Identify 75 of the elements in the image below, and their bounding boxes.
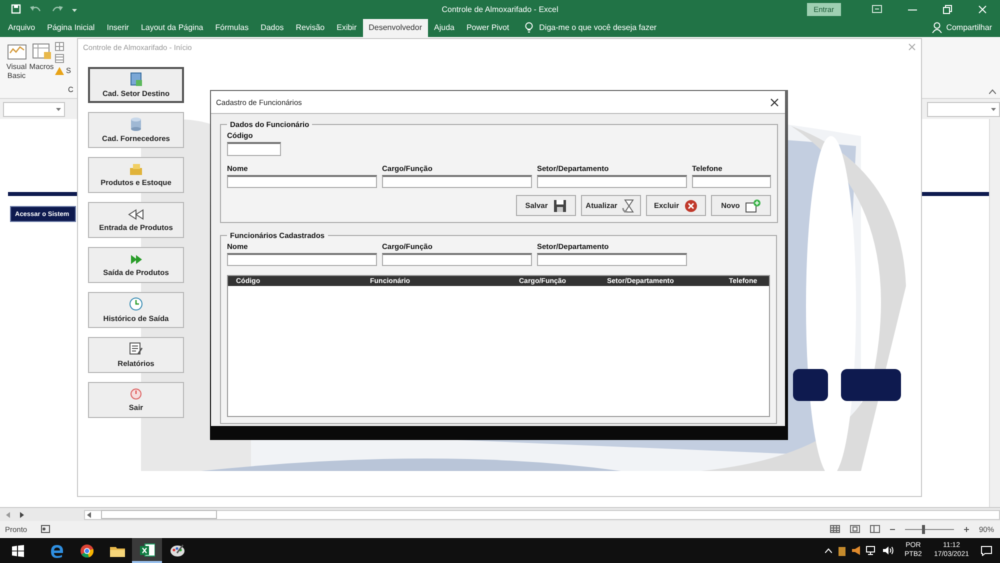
power-icon: [130, 388, 142, 400]
grid-icon: [55, 42, 64, 51]
show-hidden-icons-icon[interactable]: [825, 548, 832, 553]
database-icon: [130, 117, 142, 131]
ribbon-tab[interactable]: Inserir: [100, 19, 135, 37]
page-break-icon[interactable]: [870, 525, 880, 533]
warning-icon: [55, 66, 64, 74]
boxes-icon: [129, 163, 143, 175]
ribbon-display-icon[interactable]: [872, 5, 882, 13]
new-document-icon: [744, 198, 761, 212]
person-icon: [932, 22, 942, 33]
folder-icon: [110, 544, 124, 556]
ribbon-tab[interactable]: Dados: [254, 19, 290, 37]
ribbon-tab[interactable]: Exibir: [330, 19, 363, 37]
zoom-in-icon[interactable]: [964, 526, 969, 532]
scroll-left-icon[interactable]: [87, 512, 91, 518]
ribbon-tab[interactable]: Revisão: [290, 19, 331, 37]
floppy-icon: [552, 198, 567, 212]
window-title: Controle de Almoxarifado - Excel: [442, 4, 558, 14]
megaphone-icon[interactable]: [852, 546, 860, 555]
redo-icon[interactable]: [51, 4, 63, 14]
taskbar-app[interactable]: [132, 538, 162, 563]
report-icon: [129, 342, 143, 356]
delete-icon: [684, 198, 698, 212]
speaker-icon[interactable]: [883, 546, 894, 555]
tell-me-field[interactable]: Diga-me o que você deseja fazer: [539, 23, 657, 32]
notebook-icon: [130, 72, 142, 86]
network-icon[interactable]: [866, 546, 878, 555]
ribbon-tab[interactable]: Ajuda: [428, 19, 460, 37]
code-window-icon: [6, 42, 26, 60]
normal-view-icon[interactable]: [830, 525, 840, 533]
spreadsheet-icon: [140, 542, 154, 556]
fast-forward-icon: [130, 254, 142, 264]
table-icon: [55, 54, 64, 63]
close-icon[interactable]: [770, 98, 779, 106]
collapse-ribbon-icon[interactable]: [989, 89, 996, 94]
save-icon[interactable]: [11, 4, 21, 14]
maximize-icon[interactable]: [943, 4, 952, 14]
filter-field[interactable]: [227, 253, 377, 266]
zoom-out-icon[interactable]: [890, 526, 895, 532]
palette-icon: [170, 544, 184, 557]
next-sheet-icon[interactable]: [20, 512, 24, 518]
share-button[interactable]: Compartilhar: [946, 23, 992, 32]
browser-icon: [80, 544, 94, 558]
caret-icon: [56, 108, 61, 110]
ribbon-tab[interactable]: Fórmulas: [209, 19, 255, 37]
ribbon-tab[interactable]: Layout da Página: [134, 19, 210, 37]
input-field[interactable]: [382, 175, 532, 188]
expand-icon: [991, 108, 996, 110]
zoom-slider-thumb[interactable]: [922, 524, 926, 534]
filter-field[interactable]: [382, 253, 532, 266]
vertical-scrollbar[interactable]: [989, 119, 1000, 507]
notifications-icon[interactable]: [981, 546, 992, 556]
input-field[interactable]: [227, 175, 377, 188]
input-field[interactable]: [537, 175, 687, 188]
ribbon-tab[interactable]: Desenvolvedor: [362, 19, 428, 37]
rewind-icon: [128, 208, 144, 220]
ribbon-tab[interactable]: Power Pivot: [460, 19, 516, 37]
ribbon-tab[interactable]: Página Inicial: [41, 19, 101, 37]
hourglass-icon: [622, 198, 636, 212]
horizontal-scrollbar[interactable]: [84, 510, 1000, 520]
customize-caret-icon[interactable]: [72, 6, 77, 12]
code-field[interactable]: [227, 142, 281, 156]
battery-icon[interactable]: [838, 546, 846, 556]
page-layout-icon[interactable]: [850, 525, 860, 533]
clock-icon: [129, 297, 143, 311]
lightbulb-icon: [525, 22, 534, 33]
ribbon-tab[interactable]: Arquivo: [2, 19, 42, 37]
macro-sheet-icon: [32, 42, 52, 60]
start-icon[interactable]: [12, 544, 24, 556]
filter-field[interactable]: [537, 253, 687, 266]
undo-icon[interactable]: [30, 4, 42, 14]
input-field[interactable]: [692, 175, 771, 188]
browser-e-icon: [50, 544, 64, 558]
macro-record-icon[interactable]: [41, 525, 50, 533]
